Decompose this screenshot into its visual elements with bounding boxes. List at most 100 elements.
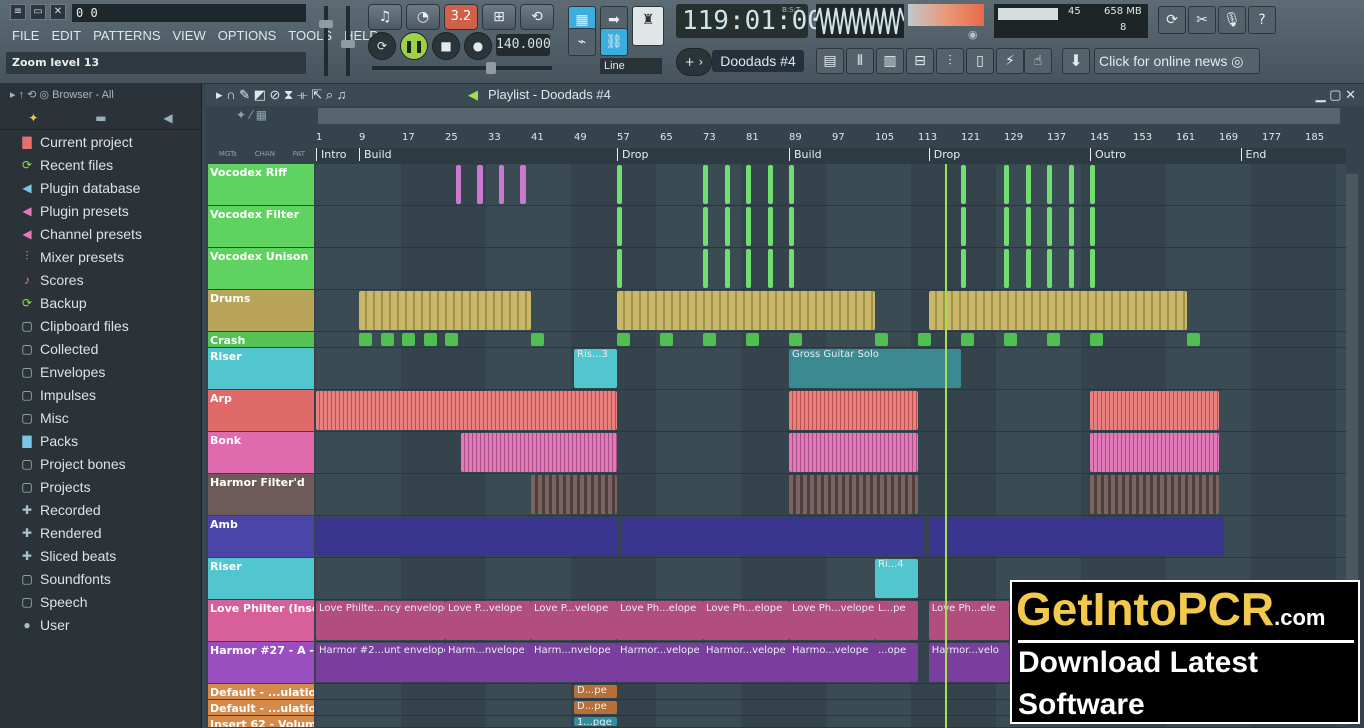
menu-icon[interactable]: ≡ — [10, 4, 26, 20]
pattern-nav-icon[interactable]: + › — [676, 48, 712, 76]
playlist-clip[interactable] — [477, 165, 483, 204]
browser-item[interactable]: ⟳ Backup — [0, 291, 201, 314]
playlist-clip[interactable] — [1047, 207, 1053, 246]
playlist-clip[interactable] — [531, 475, 617, 514]
restore-icon[interactable]: ▭ — [30, 4, 46, 20]
pause-icon[interactable]: ❚❚ — [400, 32, 428, 60]
playlist-clip[interactable] — [660, 333, 674, 346]
playlist-clip[interactable] — [1025, 249, 1031, 288]
marker[interactable]: Build — [789, 148, 822, 161]
metronome-icon[interactable]: ♫ — [368, 4, 402, 30]
marker[interactable]: Intro — [316, 148, 347, 161]
playlist-clip[interactable] — [359, 333, 373, 346]
loop-icon[interactable]: ⟳ — [368, 32, 396, 60]
riser-clip[interactable]: Ri...4 — [875, 559, 918, 598]
file-icon[interactable]: ▯ — [966, 48, 994, 74]
browser-item[interactable]: ▢ Project bones — [0, 452, 201, 475]
browser-item[interactable]: ◀ Channel presets — [0, 222, 201, 245]
online-news-button[interactable]: Click for online news ◎ — [1094, 48, 1260, 74]
playlist-clip[interactable] — [402, 333, 416, 346]
master-pitch-slider[interactable] — [341, 6, 355, 76]
playlist-clip[interactable] — [961, 207, 967, 246]
track-header[interactable]: Bonk — [208, 432, 314, 473]
playlist-clip[interactable] — [1090, 475, 1219, 514]
playlist-clip[interactable] — [520, 165, 526, 204]
browser-nav-icon[interactable]: ▸ ↑ ⟲ ◎ — [10, 89, 49, 101]
track-header[interactable]: Insert 62 - Volume — [208, 716, 314, 727]
track-header[interactable]: Crash — [208, 332, 314, 347]
browser-item[interactable]: ▢ Clipboard files — [0, 314, 201, 337]
browser-item[interactable]: ▢ Projects — [0, 475, 201, 498]
link-icon[interactable]: ⛓ — [600, 28, 628, 56]
playlist-clip[interactable] — [961, 249, 967, 288]
timeline-ruler[interactable]: 1 9 17 25 33 41 49 57 65 73 81 89 97 105 113 121 129 137 1… — [316, 130, 1346, 150]
playlist-clip[interactable] — [875, 333, 889, 346]
browser-item[interactable]: ▇ Packs — [0, 429, 201, 452]
snap-select[interactable]: Line — [600, 58, 662, 74]
playlist-clip[interactable] — [1068, 207, 1074, 246]
browser-item[interactable]: ▇ Current project — [0, 130, 201, 153]
playlist-clip[interactable] — [961, 333, 975, 346]
automation-clip[interactable]: Harm...nvelope — [445, 643, 531, 682]
playlist-clip[interactable] — [617, 165, 623, 204]
playlist-clip[interactable] — [617, 333, 631, 346]
browser-audio-icon[interactable]: ◀ — [163, 111, 172, 125]
playlist-clip[interactable] — [1090, 433, 1219, 472]
browser-filter-icon[interactable]: ✦ — [28, 111, 38, 125]
playlist-clip[interactable] — [703, 165, 709, 204]
pattern-selector[interactable]: Doodads #4 — [712, 50, 804, 72]
playlist-clip[interactable] — [928, 291, 1187, 330]
playlist-clip[interactable] — [767, 165, 773, 204]
menu-file[interactable]: FILE — [6, 26, 45, 46]
download-icon[interactable]: ⬇ — [1062, 48, 1090, 74]
browser-item[interactable]: ▢ Soundfonts — [0, 567, 201, 590]
playlist-clip[interactable] — [789, 433, 918, 472]
snap-icon[interactable]: ⌁ — [568, 28, 596, 56]
track-header[interactable]: Riser — [208, 348, 314, 389]
automation-clip[interactable]: ...ope — [875, 643, 918, 682]
window-controls-icon[interactable]: ▁ ▢ ✕ — [1316, 87, 1356, 103]
automation-clip[interactable]: 1...pge — [574, 717, 617, 726]
automation-clip[interactable]: Love Ph...elope — [617, 601, 703, 640]
playlist-clip[interactable] — [1025, 207, 1031, 246]
playlist-clip[interactable] — [703, 333, 717, 346]
marker[interactable]: Drop — [928, 148, 960, 161]
playlist-clip[interactable] — [746, 333, 760, 346]
automation-clip[interactable]: Harmor #2...unt envelope — [316, 643, 445, 682]
playlist-clip[interactable] — [455, 165, 462, 204]
help-icon[interactable]: ? — [1248, 6, 1276, 34]
automation-clip[interactable]: D...pe — [574, 685, 617, 698]
position-slider[interactable] — [372, 62, 552, 74]
playlist-clip[interactable] — [746, 249, 752, 288]
piano-roll-icon[interactable]: ▥ — [876, 48, 904, 74]
playlist-clip[interactable] — [380, 333, 394, 346]
riser-clip[interactable]: Ris...3 — [574, 349, 617, 388]
browser-item[interactable]: ◀ Plugin database — [0, 176, 201, 199]
playlist-clip[interactable] — [1047, 165, 1053, 204]
automation-clip[interactable]: Love Ph...elope — [703, 601, 789, 640]
loop-record-icon[interactable]: ⟲ — [520, 4, 554, 30]
automation-clip[interactable]: Harmor...velo — [928, 643, 1010, 682]
playlist-clip[interactable] — [789, 475, 918, 514]
record-icon[interactable]: ● — [464, 32, 492, 60]
playlist-tools-icon[interactable]: ▸ ∩ ✎ ◩ ⊘ ⧗ ⟛ ⇱ ⌕ ♫ — [216, 87, 347, 103]
playlist-clip[interactable] — [1004, 165, 1010, 204]
channel-rack-icon[interactable]: ⫴ — [846, 48, 874, 74]
playlist-clip[interactable] — [746, 165, 752, 204]
browser-sort-icon[interactable]: ▬ — [95, 111, 106, 125]
browser-item[interactable]: ▢ Envelopes — [0, 360, 201, 383]
browser-item[interactable]: ♪ Scores — [0, 268, 201, 291]
step-edit-icon[interactable]: ⊞ — [482, 4, 516, 30]
browser-item[interactable]: ✚ Rendered — [0, 521, 201, 544]
marker[interactable]: End — [1240, 148, 1266, 161]
automation-clip[interactable]: D...pe — [574, 701, 617, 714]
playlist-clip[interactable] — [746, 207, 752, 246]
playlist-clip[interactable] — [1068, 249, 1074, 288]
playlist-clip[interactable] — [316, 517, 617, 556]
browser-item[interactable]: ▢ Speech — [0, 590, 201, 613]
stop-icon[interactable]: ■ — [432, 32, 460, 60]
marker[interactable]: Build — [359, 148, 392, 161]
track-header[interactable]: Drums — [208, 290, 314, 331]
wait-record-icon[interactable]: ◔ — [406, 4, 440, 30]
playlist-clip[interactable] — [1090, 207, 1096, 246]
